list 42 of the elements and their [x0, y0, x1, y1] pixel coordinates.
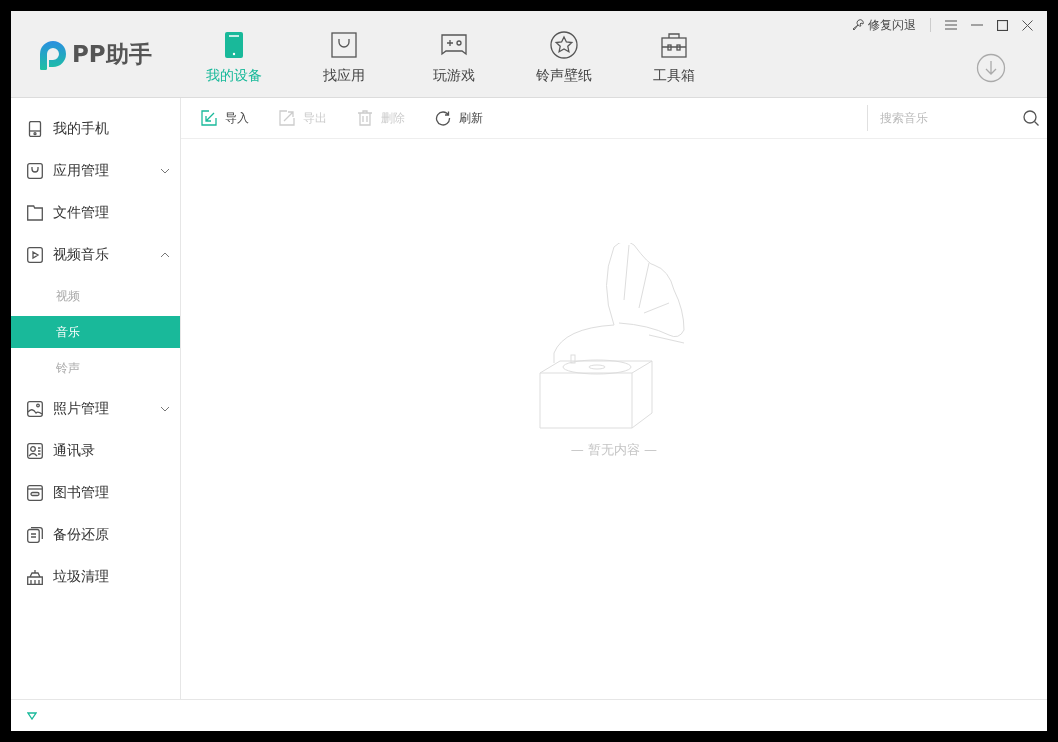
sidebar-item[interactable]: 图书管理	[11, 472, 180, 514]
export-icon	[279, 110, 295, 126]
image-icon	[27, 401, 43, 417]
repair-button[interactable]: 修复闪退	[852, 16, 916, 34]
basket-icon	[27, 569, 43, 585]
nav-tab[interactable]: 找应用	[289, 11, 399, 97]
search-field[interactable]: 搜索音乐	[878, 110, 1023, 126]
nav-tab[interactable]: 工具箱	[619, 11, 729, 97]
sidebar-item[interactable]: 视频音乐	[11, 234, 180, 276]
shopping-bag-icon	[27, 163, 43, 179]
sidebar-item[interactable]: 文件管理	[11, 192, 180, 234]
nav-tab[interactable]: 玩游戏	[399, 11, 509, 97]
sidebar-item[interactable]: 备份还原	[11, 514, 180, 556]
sidebar-item[interactable]: 通讯录	[11, 430, 180, 472]
sidebar-item[interactable]: 照片管理	[11, 388, 180, 430]
trash-icon	[357, 110, 373, 126]
contact-card-icon	[27, 443, 43, 459]
refresh-icon	[435, 110, 451, 126]
book-icon	[27, 485, 43, 501]
logo-icon	[38, 38, 68, 70]
nav-tab[interactable]: 铃声壁纸	[509, 11, 619, 97]
search-icon[interactable]	[1023, 110, 1039, 126]
toolbar-button[interactable]: 刷新	[435, 109, 483, 127]
chevron-icon[interactable]	[160, 406, 170, 412]
toolbox-icon	[660, 31, 688, 59]
phone-icon	[27, 121, 43, 137]
sidebar-item[interactable]: 应用管理	[11, 150, 180, 192]
sidebar-item[interactable]: 我的手机	[11, 108, 180, 150]
chevron-icon[interactable]	[160, 168, 170, 174]
maximize-icon[interactable]	[997, 19, 1008, 31]
documents-icon	[27, 527, 43, 543]
shopping-bag-icon	[330, 31, 358, 59]
toolbar-button[interactable]: 导入	[201, 109, 249, 127]
import-icon	[201, 110, 217, 126]
folder-icon	[27, 205, 43, 221]
play-icon	[27, 247, 43, 263]
sidebar-item[interactable]: 垃圾清理	[11, 556, 180, 598]
wrench-icon	[852, 19, 864, 31]
logo-text: PP助手	[72, 39, 152, 69]
close-icon[interactable]	[1022, 19, 1033, 31]
chevron-icon[interactable]	[160, 252, 170, 258]
triangle-icon[interactable]	[27, 711, 37, 720]
